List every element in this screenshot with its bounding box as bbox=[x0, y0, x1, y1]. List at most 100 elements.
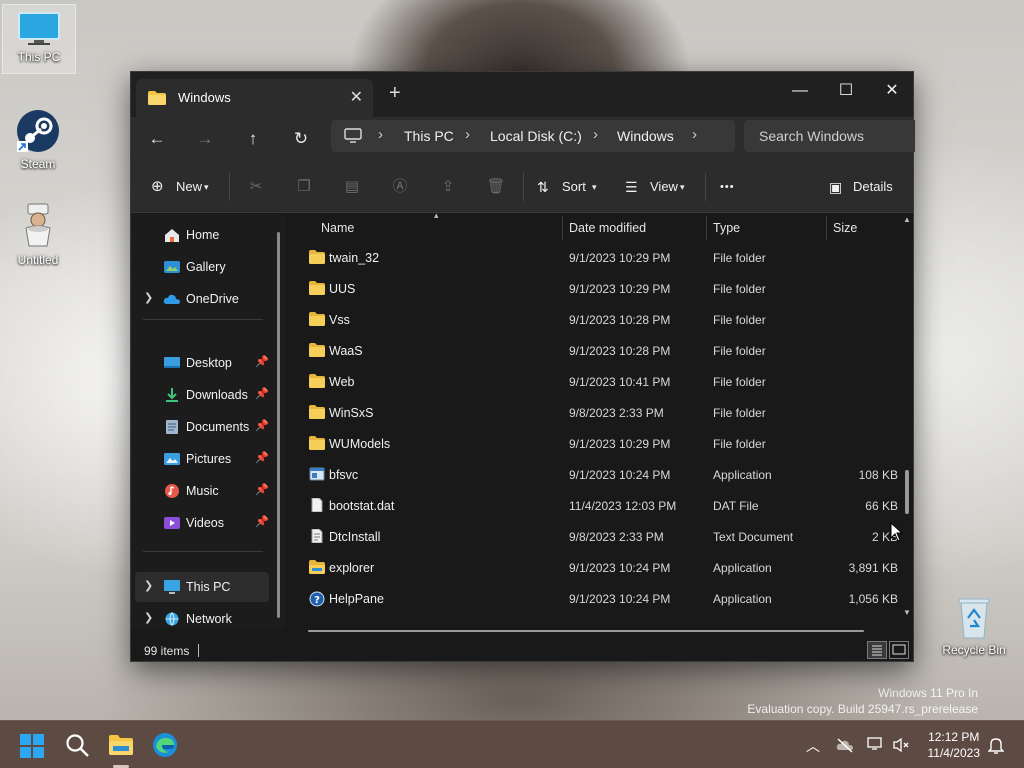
sidebar-item-this-pc[interactable]: ❯ This PC bbox=[135, 572, 269, 602]
chevron-right-icon[interactable]: ❯ bbox=[144, 579, 153, 592]
details-pane-button[interactable]: ▣ Details bbox=[829, 175, 899, 199]
desktop-icon-this-pc[interactable]: This PC bbox=[2, 4, 76, 74]
sidebar-item-documents[interactable]: Documents 📌 bbox=[135, 412, 269, 442]
details-view-button[interactable] bbox=[867, 641, 887, 659]
document-icon bbox=[166, 420, 178, 434]
sort-arrows-icon: ⇅ bbox=[537, 179, 549, 195]
edge-browser-icon[interactable] bbox=[151, 731, 179, 759]
sidebar-item-music[interactable]: Music 📌 bbox=[135, 476, 269, 506]
sidebar-item-gallery[interactable]: Gallery bbox=[135, 252, 269, 282]
pictures-icon bbox=[164, 453, 180, 465]
pin-icon[interactable]: 📌 bbox=[255, 355, 269, 368]
volume-muted-icon[interactable] bbox=[892, 737, 910, 753]
table-row[interactable]: ? HelpPane 9/1/2023 10:24 PM Application 1,0… bbox=[291, 584, 901, 615]
chevron-right-icon[interactable]: › bbox=[593, 126, 598, 143]
large-icons-view-button[interactable] bbox=[889, 641, 909, 659]
pin-icon[interactable]: 📌 bbox=[255, 419, 269, 432]
refresh-icon[interactable]: ↻ bbox=[287, 126, 315, 152]
table-row[interactable]: DtcInstall 9/8/2023 2:33 PM Text Document 2… bbox=[291, 522, 901, 553]
help-icon: ? bbox=[309, 591, 325, 607]
share-icon[interactable]: ⇪ bbox=[436, 175, 460, 199]
more-options-icon[interactable]: ••• bbox=[720, 175, 735, 199]
show-hidden-icons-chevron-icon[interactable]: ︿ bbox=[806, 736, 820, 756]
file-type: File folder bbox=[713, 375, 766, 389]
windows-start-icon[interactable] bbox=[19, 733, 45, 759]
search-input[interactable]: Search Windows bbox=[744, 120, 915, 152]
table-row[interactable]: Vss 9/1/2023 10:28 PM File folder bbox=[291, 305, 901, 336]
column-header-size[interactable]: Size bbox=[833, 214, 857, 242]
nav-pane-scrollbar[interactable] bbox=[277, 232, 280, 618]
table-row[interactable]: twain_32 9/1/2023 10:29 PM File folder bbox=[291, 243, 901, 274]
file-name: Vss bbox=[329, 313, 350, 327]
notification-bell-icon[interactable] bbox=[988, 736, 1004, 754]
column-divider[interactable] bbox=[706, 216, 707, 240]
breadcrumb-this-pc[interactable]: This PC bbox=[404, 128, 454, 144]
onedrive-offline-icon[interactable] bbox=[836, 737, 854, 753]
table-row[interactable]: bootstat.dat 11/4/2023 12:03 PM DAT File 66… bbox=[291, 491, 901, 522]
view-button[interactable]: ☰ View ▾ bbox=[625, 175, 693, 199]
column-header-type[interactable]: Type bbox=[713, 214, 740, 242]
back-arrow-icon[interactable]: ← bbox=[143, 126, 171, 152]
table-row[interactable]: WaaS 9/1/2023 10:28 PM File folder bbox=[291, 336, 901, 367]
sort-button[interactable]: ⇅ Sort ▾ bbox=[537, 175, 601, 199]
scroll-down-icon[interactable]: ▼ bbox=[903, 608, 911, 617]
chevron-right-icon[interactable]: › bbox=[378, 126, 383, 143]
desktop-icon-recycle-bin[interactable]: Recycle Bin bbox=[938, 596, 1010, 657]
sidebar-item-downloads[interactable]: Downloads 📌 bbox=[135, 380, 269, 410]
file-explorer-icon[interactable] bbox=[107, 731, 135, 759]
minimize-button[interactable]: — bbox=[777, 78, 823, 104]
chevron-right-icon[interactable]: › bbox=[465, 126, 470, 143]
scrollbar-thumb[interactable] bbox=[905, 469, 909, 514]
horizontal-scrollbar[interactable] bbox=[308, 630, 864, 632]
pin-icon[interactable]: 📌 bbox=[255, 483, 269, 496]
table-row[interactable]: WinSxS 9/8/2023 2:33 PM File folder bbox=[291, 398, 901, 429]
new-button[interactable]: ⊕ New ▾ bbox=[151, 175, 217, 199]
sidebar-item-home[interactable]: Home bbox=[135, 220, 269, 250]
tab-windows[interactable]: Windows ✕ bbox=[136, 79, 373, 117]
sidebar-item-network[interactable]: ❯ Network bbox=[135, 604, 269, 634]
pin-icon[interactable]: 📌 bbox=[255, 451, 269, 464]
column-divider[interactable] bbox=[562, 216, 563, 240]
column-header-date[interactable]: Date modified bbox=[569, 214, 646, 242]
table-row[interactable]: bfsvc 9/1/2023 10:24 PM Application 108 KB bbox=[291, 460, 901, 491]
table-row[interactable]: Web 9/1/2023 10:41 PM File folder bbox=[291, 367, 901, 398]
maximize-button[interactable]: ☐ bbox=[823, 78, 869, 104]
copy-icon[interactable]: ❐ bbox=[292, 175, 316, 199]
system-clock[interactable]: 12:12 PM 11/4/2023 bbox=[928, 729, 981, 761]
chevron-right-icon[interactable]: ❯ bbox=[144, 291, 153, 304]
paste-icon[interactable]: ▤ bbox=[340, 175, 364, 199]
sidebar-item-label: Network bbox=[186, 612, 232, 626]
table-row[interactable]: explorer 9/1/2023 10:24 PM Application 3,89… bbox=[291, 553, 901, 584]
breadcrumb-local-disk[interactable]: Local Disk (C:) bbox=[490, 128, 582, 144]
chevron-right-icon[interactable]: ❯ bbox=[144, 611, 153, 624]
breadcrumb[interactable]: › This PC › Local Disk (C:) › Windows › bbox=[331, 120, 735, 152]
sidebar-item-videos[interactable]: Videos 📌 bbox=[135, 508, 269, 538]
breadcrumb-windows[interactable]: Windows bbox=[617, 128, 674, 144]
up-arrow-icon[interactable]: ↑ bbox=[239, 126, 267, 152]
sidebar-item-desktop[interactable]: Desktop 📌 bbox=[135, 348, 269, 378]
delete-icon[interactable]: 🗑 bbox=[484, 175, 508, 199]
search-icon[interactable] bbox=[64, 732, 92, 760]
vertical-scrollbar[interactable]: ▲ ▼ bbox=[903, 215, 911, 618]
sidebar-item-onedrive[interactable]: ❯ OneDrive bbox=[135, 284, 269, 314]
table-row[interactable]: UUS 9/1/2023 10:29 PM File folder bbox=[291, 274, 901, 305]
column-header-name[interactable]: Name bbox=[321, 214, 354, 242]
network-status-icon[interactable] bbox=[867, 736, 885, 752]
close-window-button[interactable]: ✕ bbox=[869, 78, 915, 104]
pin-icon[interactable]: 📌 bbox=[255, 515, 269, 528]
rename-icon[interactable]: Ⓐ bbox=[388, 175, 412, 199]
close-tab-icon[interactable]: ✕ bbox=[350, 87, 363, 107]
scroll-up-icon[interactable]: ▲ bbox=[903, 215, 911, 224]
taskbar: ︿ 12:12 PM 11/4/2023 bbox=[0, 720, 1024, 768]
video-icon bbox=[164, 517, 180, 529]
pin-icon[interactable]: 📌 bbox=[255, 387, 269, 400]
new-tab-button[interactable]: + bbox=[389, 82, 401, 105]
column-divider[interactable] bbox=[826, 216, 827, 240]
desktop-icon-untitled[interactable]: Untitled bbox=[2, 202, 74, 267]
sidebar-item-pictures[interactable]: Pictures 📌 bbox=[135, 444, 269, 474]
forward-arrow-icon[interactable]: → bbox=[191, 126, 219, 152]
desktop-icon-steam[interactable]: Steam bbox=[2, 108, 74, 171]
chevron-right-icon[interactable]: › bbox=[692, 126, 697, 143]
table-row[interactable]: WUModels 9/1/2023 10:29 PM File folder bbox=[291, 429, 901, 460]
cut-icon[interactable]: ✂ bbox=[244, 175, 268, 199]
